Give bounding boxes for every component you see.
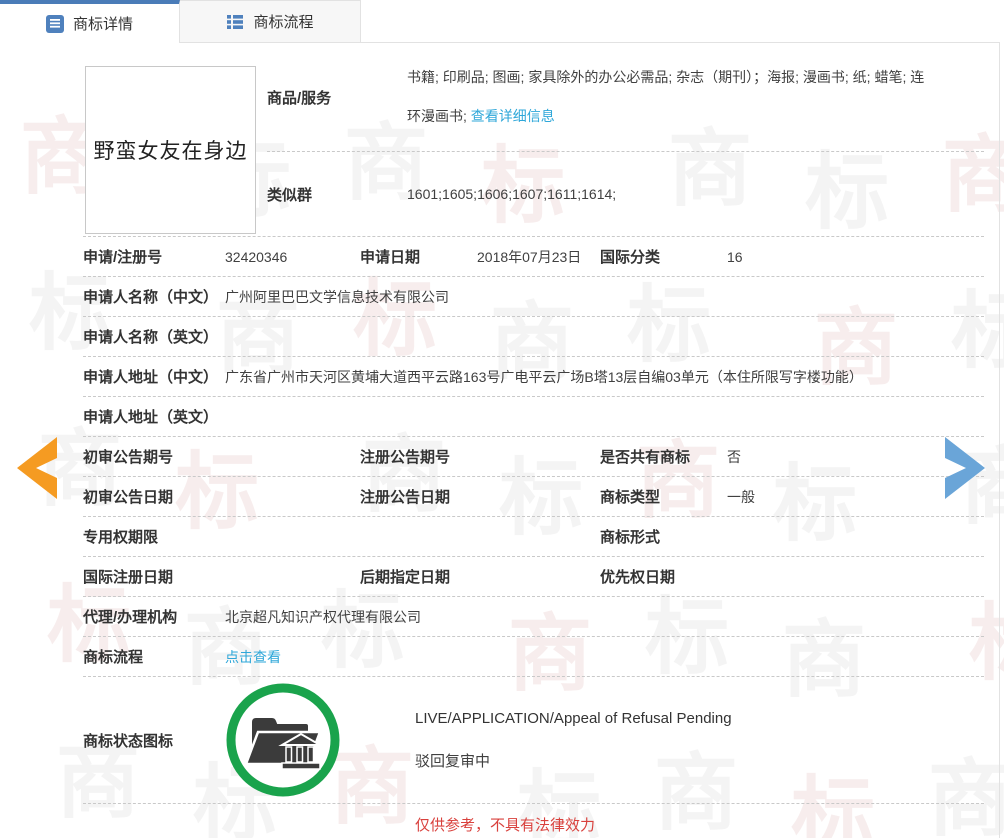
field-value: 2018年07月23日	[477, 247, 600, 267]
table-row: 申请人地址（中文） 广东省广州市天河区黄埔大道西平云路163号广电平云广场B塔1…	[83, 357, 984, 397]
view-detail-link[interactable]: 查看详细信息	[471, 108, 555, 124]
table-row: 申请人地址（英文）	[83, 397, 984, 437]
field-label: 后期指定日期	[360, 566, 477, 587]
field-label: 是否共有商标	[600, 446, 727, 467]
list-icon	[226, 13, 244, 31]
field-value: 北京超凡知识产权代理有限公司	[225, 607, 984, 627]
table-row: 申请人名称（中文） 广州阿里巴巴文学信息技术有限公司	[83, 277, 984, 317]
field-label: 注册公告期号	[360, 446, 477, 467]
process-label: 商标流程	[83, 646, 225, 667]
status-text-zh: 驳回复审中	[415, 750, 732, 771]
field-label: 申请/注册号	[83, 246, 225, 267]
trademark-image[interactable]: 野蛮女友在身边	[85, 66, 256, 234]
goods-services-label: 商品/服务	[267, 87, 407, 108]
similar-group-row: 类似群 1601;1605;1606;1607;1611;1614;	[267, 152, 984, 236]
similar-group-value: 1601;1605;1606;1607;1611;1614;	[407, 186, 616, 202]
trademark-detail-panel: 野蛮女友在身边 商品/服务 书籍; 印刷品; 图画; 家具除外的办公必需品; 杂…	[0, 42, 1000, 838]
table-row: 申请人名称（英文）	[83, 317, 984, 357]
field-value: 32420346	[225, 249, 360, 265]
field-label: 初审公告期号	[83, 446, 225, 467]
field-label: 申请日期	[360, 246, 477, 267]
next-page-arrow-button[interactable]	[945, 437, 985, 499]
table-row: 申请/注册号 32420346 申请日期 2018年07月23日 国际分类 16	[83, 237, 984, 277]
field-label: 优先权日期	[600, 566, 727, 587]
tab-trademark-detail[interactable]: 商标详情	[0, 0, 180, 43]
goods-services-row: 商品/服务 书籍; 印刷品; 图画; 家具除外的办公必需品; 杂志（期刊）；海报…	[267, 43, 984, 152]
field-label: 专用权期限	[83, 526, 225, 547]
field-label: 申请人名称（中文）	[83, 286, 225, 307]
status-label: 商标状态图标	[83, 730, 225, 751]
goods-section: 野蛮女友在身边 商品/服务 书籍; 印刷品; 图画; 家具除外的办公必需品; 杂…	[83, 43, 984, 237]
trademark-status-row: 商标状态图标 LIVE/APPLICATION/Appeal of Refusa…	[83, 677, 984, 804]
field-label: 国际分类	[600, 246, 727, 267]
status-folder-bank-icon	[225, 682, 341, 798]
field-value: 广东省广州市天河区黄埔大道西平云路163号广电平云广场B塔13层自编03单元（本…	[225, 367, 984, 387]
click-to-view-link[interactable]: 点击查看	[225, 649, 281, 665]
field-value: 16	[727, 249, 984, 265]
disclaimer-text: 仅供参考，不具有法律效力	[415, 817, 595, 834]
field-label: 注册公告日期	[360, 486, 477, 507]
table-row: 国际注册日期 后期指定日期 优先权日期	[83, 557, 984, 597]
goods-services-value: 书籍; 印刷品; 图画; 家具除外的办公必需品; 杂志（期刊）；海报; 漫画书;…	[407, 58, 934, 136]
tab-trademark-process[interactable]: 商标流程	[180, 0, 361, 42]
field-label: 申请人地址（中文）	[83, 366, 225, 387]
field-value: 广州阿里巴巴文学信息技术有限公司	[225, 287, 984, 307]
prev-page-arrow-button[interactable]	[17, 437, 57, 499]
tab-label: 商标流程	[253, 11, 313, 32]
trademark-process-row: 商标流程 点击查看	[83, 637, 984, 677]
table-row: 初审公告期号 注册公告期号 是否共有商标 否	[83, 437, 984, 477]
field-label: 初审公告日期	[83, 486, 225, 507]
table-row: 代理/办理机构 北京超凡知识产权代理有限公司	[83, 597, 984, 637]
field-label: 国际注册日期	[83, 566, 225, 587]
field-label: 商标形式	[600, 526, 727, 547]
table-row: 专用权期限 商标形式	[83, 517, 984, 557]
field-label: 商标类型	[600, 486, 727, 507]
document-icon	[46, 15, 64, 33]
trademark-name: 野蛮女友在身边	[94, 135, 248, 165]
footer: 仅供参考，不具有法律效力	[0, 804, 999, 835]
similar-group-label: 类似群	[267, 184, 407, 205]
status-text-en: LIVE/APPLICATION/Appeal of Refusal Pendi…	[415, 710, 732, 727]
tab-bar: 商标详情 商标流程	[0, 0, 1004, 42]
table-row: 初审公告日期 注册公告日期 商标类型 一般	[83, 477, 984, 517]
field-label: 代理/办理机构	[83, 606, 225, 627]
field-label: 申请人地址（英文）	[83, 406, 225, 427]
field-label: 申请人名称（英文）	[83, 326, 225, 347]
tab-label: 商标详情	[73, 13, 133, 34]
